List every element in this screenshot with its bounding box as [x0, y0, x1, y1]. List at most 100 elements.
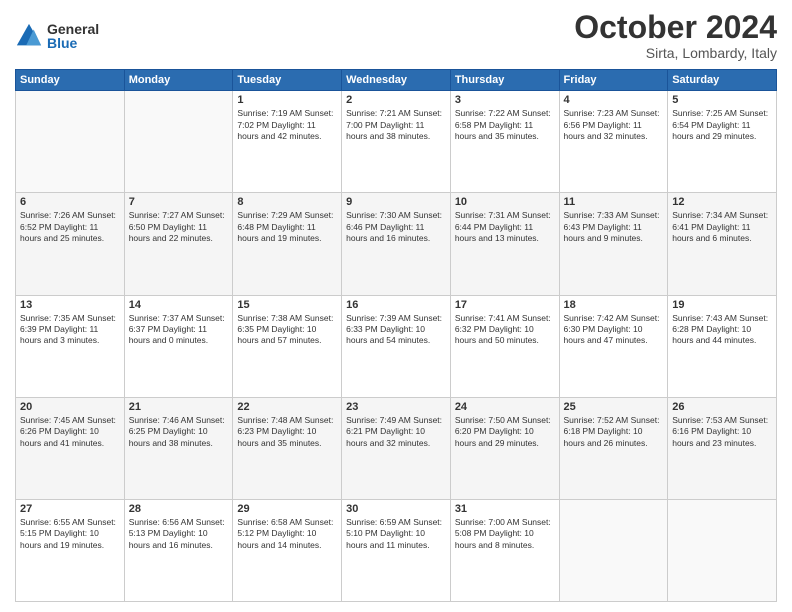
table-row: 20Sunrise: 7:45 AM Sunset: 6:26 PM Dayli…	[16, 397, 125, 499]
day-number: 2	[346, 94, 446, 106]
table-row: 13Sunrise: 7:35 AM Sunset: 6:39 PM Dayli…	[16, 295, 125, 397]
header-friday: Friday	[559, 70, 668, 91]
day-number: 7	[129, 196, 229, 208]
table-row: 25Sunrise: 7:52 AM Sunset: 6:18 PM Dayli…	[559, 397, 668, 499]
day-info: Sunrise: 6:55 AM Sunset: 5:15 PM Dayligh…	[20, 517, 120, 551]
logo-icon	[15, 22, 43, 50]
day-info: Sunrise: 7:22 AM Sunset: 6:58 PM Dayligh…	[455, 108, 555, 142]
day-number: 17	[455, 299, 555, 311]
day-number: 9	[346, 196, 446, 208]
table-row	[668, 499, 777, 601]
day-info: Sunrise: 7:23 AM Sunset: 6:56 PM Dayligh…	[564, 108, 664, 142]
day-number: 24	[455, 401, 555, 413]
table-row: 7 Sunrise: 7:27 AM Sunset: 6:50 PM Daylig…	[124, 193, 233, 295]
calendar-week-row: 27 Sunrise: 6:55 AM Sunset: 5:15 PM Dayli…	[16, 499, 777, 601]
table-row: 1 Sunrise: 7:19 AM Sunset: 7:02 PM Daylig…	[233, 91, 342, 193]
header: General Blue October 2024 Sirta, Lombard…	[15, 10, 777, 61]
day-info: Sunrise: 7:21 AM Sunset: 7:00 PM Dayligh…	[346, 108, 446, 142]
table-row: 6 Sunrise: 7:26 AM Sunset: 6:52 PM Daylig…	[16, 193, 125, 295]
table-row	[559, 499, 668, 601]
table-row	[124, 91, 233, 193]
table-row: 14 Sunrise: 7:37 AM Sunset: 6:37 PM Dayli…	[124, 295, 233, 397]
day-number: 15	[237, 299, 337, 311]
table-row: 15 Sunrise: 7:38 AM Sunset: 6:35 PM Dayli…	[233, 295, 342, 397]
day-info: Sunrise: 6:56 AM Sunset: 5:13 PM Dayligh…	[129, 517, 229, 551]
day-info: Sunrise: 7:48 AM Sunset: 6:23 PM Dayligh…	[237, 415, 337, 449]
day-number: 14	[129, 299, 229, 311]
day-info: Sunrise: 7:37 AM Sunset: 6:37 PM Dayligh…	[129, 313, 229, 347]
calendar: Sunday Monday Tuesday Wednesday Thursday…	[15, 69, 777, 602]
day-info: Sunrise: 7:30 AM Sunset: 6:46 PM Dayligh…	[346, 210, 446, 244]
day-number: 31	[455, 503, 555, 515]
day-info: Sunrise: 7:50 AM Sunset: 6:20 PM Dayligh…	[455, 415, 555, 449]
calendar-week-row: 6 Sunrise: 7:26 AM Sunset: 6:52 PM Daylig…	[16, 193, 777, 295]
table-row: 5Sunrise: 7:25 AM Sunset: 6:54 PM Daylig…	[668, 91, 777, 193]
table-row: 3 Sunrise: 7:22 AM Sunset: 6:58 PM Daylig…	[450, 91, 559, 193]
table-row: 12 Sunrise: 7:34 AM Sunset: 6:41 PM Dayli…	[668, 193, 777, 295]
day-number: 19	[672, 299, 772, 311]
table-row: 4 Sunrise: 7:23 AM Sunset: 6:56 PM Daylig…	[559, 91, 668, 193]
table-row: 27 Sunrise: 6:55 AM Sunset: 5:15 PM Dayli…	[16, 499, 125, 601]
day-info: Sunrise: 7:00 AM Sunset: 5:08 PM Dayligh…	[455, 517, 555, 551]
table-row: 30 Sunrise: 6:59 AM Sunset: 5:10 PM Dayli…	[342, 499, 451, 601]
day-info: Sunrise: 7:39 AM Sunset: 6:33 PM Dayligh…	[346, 313, 446, 347]
table-row: 24 Sunrise: 7:50 AM Sunset: 6:20 PM Dayli…	[450, 397, 559, 499]
header-saturday: Saturday	[668, 70, 777, 91]
table-row: 9 Sunrise: 7:30 AM Sunset: 6:46 PM Daylig…	[342, 193, 451, 295]
location: Sirta, Lombardy, Italy	[574, 45, 777, 61]
day-number: 27	[20, 503, 120, 515]
header-sunday: Sunday	[16, 70, 125, 91]
table-row: 28 Sunrise: 6:56 AM Sunset: 5:13 PM Dayli…	[124, 499, 233, 601]
day-number: 20	[20, 401, 120, 413]
day-info: Sunrise: 7:34 AM Sunset: 6:41 PM Dayligh…	[672, 210, 772, 244]
table-row: 18 Sunrise: 7:42 AM Sunset: 6:30 PM Dayli…	[559, 295, 668, 397]
day-info: Sunrise: 7:41 AM Sunset: 6:32 PM Dayligh…	[455, 313, 555, 347]
header-monday: Monday	[124, 70, 233, 91]
day-info: Sunrise: 7:38 AM Sunset: 6:35 PM Dayligh…	[237, 313, 337, 347]
table-row: 22 Sunrise: 7:48 AM Sunset: 6:23 PM Dayli…	[233, 397, 342, 499]
title-block: October 2024 Sirta, Lombardy, Italy	[574, 10, 777, 61]
table-row: 11 Sunrise: 7:33 AM Sunset: 6:43 PM Dayli…	[559, 193, 668, 295]
day-info: Sunrise: 7:49 AM Sunset: 6:21 PM Dayligh…	[346, 415, 446, 449]
day-info: Sunrise: 7:33 AM Sunset: 6:43 PM Dayligh…	[564, 210, 664, 244]
day-number: 8	[237, 196, 337, 208]
day-number: 10	[455, 196, 555, 208]
day-number: 30	[346, 503, 446, 515]
logo-general-text: General	[47, 22, 99, 36]
day-number: 22	[237, 401, 337, 413]
month-title: October 2024	[574, 10, 777, 45]
logo: General Blue	[15, 22, 99, 50]
day-number: 21	[129, 401, 229, 413]
table-row: 2 Sunrise: 7:21 AM Sunset: 7:00 PM Daylig…	[342, 91, 451, 193]
day-number: 6	[20, 196, 120, 208]
table-row: 31 Sunrise: 7:00 AM Sunset: 5:08 PM Dayli…	[450, 499, 559, 601]
table-row: 16 Sunrise: 7:39 AM Sunset: 6:33 PM Dayli…	[342, 295, 451, 397]
calendar-week-row: 20Sunrise: 7:45 AM Sunset: 6:26 PM Dayli…	[16, 397, 777, 499]
day-number: 18	[564, 299, 664, 311]
day-number: 29	[237, 503, 337, 515]
day-number: 11	[564, 196, 664, 208]
day-info: Sunrise: 7:42 AM Sunset: 6:30 PM Dayligh…	[564, 313, 664, 347]
day-number: 4	[564, 94, 664, 106]
day-info: Sunrise: 7:31 AM Sunset: 6:44 PM Dayligh…	[455, 210, 555, 244]
calendar-week-row: 1 Sunrise: 7:19 AM Sunset: 7:02 PM Daylig…	[16, 91, 777, 193]
day-number: 12	[672, 196, 772, 208]
header-tuesday: Tuesday	[233, 70, 342, 91]
day-number: 1	[237, 94, 337, 106]
day-info: Sunrise: 7:26 AM Sunset: 6:52 PM Dayligh…	[20, 210, 120, 244]
day-info: Sunrise: 7:29 AM Sunset: 6:48 PM Dayligh…	[237, 210, 337, 244]
table-row: 10 Sunrise: 7:31 AM Sunset: 6:44 PM Dayli…	[450, 193, 559, 295]
day-info: Sunrise: 6:59 AM Sunset: 5:10 PM Dayligh…	[346, 517, 446, 551]
header-thursday: Thursday	[450, 70, 559, 91]
day-number: 5	[672, 94, 772, 106]
table-row: 17 Sunrise: 7:41 AM Sunset: 6:32 PM Dayli…	[450, 295, 559, 397]
day-number: 3	[455, 94, 555, 106]
day-number: 16	[346, 299, 446, 311]
day-number: 28	[129, 503, 229, 515]
day-number: 23	[346, 401, 446, 413]
day-info: Sunrise: 7:27 AM Sunset: 6:50 PM Dayligh…	[129, 210, 229, 244]
day-info: Sunrise: 7:19 AM Sunset: 7:02 PM Dayligh…	[237, 108, 337, 142]
day-info: Sunrise: 7:53 AM Sunset: 6:16 PM Dayligh…	[672, 415, 772, 449]
calendar-week-row: 13Sunrise: 7:35 AM Sunset: 6:39 PM Dayli…	[16, 295, 777, 397]
table-row: 26Sunrise: 7:53 AM Sunset: 6:16 PM Dayli…	[668, 397, 777, 499]
